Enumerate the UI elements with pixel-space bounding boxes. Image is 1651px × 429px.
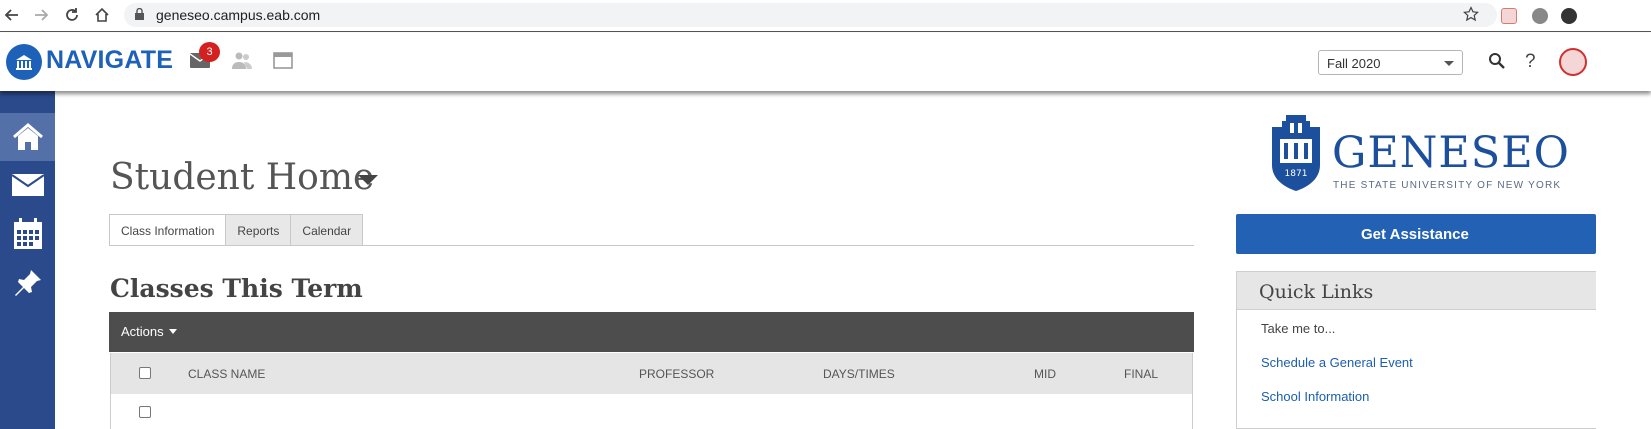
- extension-icon[interactable]: [1561, 8, 1577, 24]
- actions-bar: Actions: [109, 312, 1194, 352]
- people-icon[interactable]: [232, 51, 252, 74]
- chevron-down-icon: [1444, 61, 1454, 66]
- home-browser-icon[interactable]: [92, 5, 112, 25]
- column-class-name[interactable]: CLASS NAME: [188, 367, 265, 381]
- row-checkbox[interactable]: [139, 406, 151, 418]
- actions-button[interactable]: Actions: [121, 324, 177, 339]
- help-icon[interactable]: ?: [1525, 51, 1536, 73]
- quick-links-panel: Quick Links Take me to... Schedule a Gen…: [1236, 271, 1596, 429]
- sidebar-item-home[interactable]: [0, 113, 55, 161]
- sidebar-item-messages[interactable]: [0, 161, 55, 209]
- caret-down-icon: [168, 329, 177, 334]
- actions-label: Actions: [121, 324, 164, 339]
- svg-text:1871: 1871: [1285, 169, 1308, 179]
- get-assistance-button[interactable]: Get Assistance: [1236, 214, 1596, 254]
- term-select[interactable]: Fall 2020: [1318, 50, 1463, 75]
- link-schedule-general-event[interactable]: Schedule a General Event: [1261, 355, 1413, 370]
- home-icon: [12, 123, 43, 150]
- column-professor[interactable]: PROFESSOR: [639, 367, 714, 381]
- extension-circle-icon[interactable]: [1532, 8, 1548, 24]
- window-icon[interactable]: [273, 52, 293, 74]
- tab-class-information[interactable]: Class Information: [109, 214, 227, 246]
- sidebar-item-pin[interactable]: [0, 259, 55, 307]
- address-bar[interactable]: [124, 3, 1497, 27]
- quick-links-title: Quick Links: [1259, 281, 1374, 303]
- page-title: Student Home: [110, 157, 375, 198]
- extension-pdf-icon[interactable]: [1501, 8, 1517, 24]
- column-mid[interactable]: MID: [1034, 367, 1056, 381]
- table-header: CLASS NAME PROFESSOR DAYS/TIMES MID FINA…: [110, 353, 1193, 394]
- column-final[interactable]: FINAL: [1124, 367, 1158, 381]
- tab-bar: Class Information Reports Calendar: [109, 214, 364, 246]
- navigate-logo-icon[interactable]: [6, 44, 42, 80]
- mail-badge: 3: [199, 42, 220, 62]
- app-header: NAVIGATE 3 Fall 2020 ?: [0, 33, 1651, 91]
- sidebar: [0, 91, 55, 429]
- forward-arrow-icon[interactable]: [31, 5, 51, 25]
- sidebar-item-calendar[interactable]: [0, 210, 55, 258]
- lock-icon: [134, 7, 145, 26]
- url-text: geneseo.campus.eab.com: [156, 7, 321, 23]
- term-select-value: Fall 2020: [1327, 56, 1381, 71]
- calendar-icon: [13, 218, 42, 249]
- search-icon[interactable]: [1488, 52, 1506, 75]
- bookmark-star-icon[interactable]: [1463, 6, 1479, 27]
- school-name: GENESEO: [1332, 128, 1570, 178]
- pin-icon: [14, 270, 41, 296]
- mail-icon: [11, 174, 44, 196]
- browser-toolbar: geneseo.campus.eab.com: [0, 0, 1651, 32]
- get-assistance-label: Get Assistance: [1361, 226, 1469, 243]
- link-school-information[interactable]: School Information: [1261, 389, 1369, 404]
- page-menu-caret-icon[interactable]: [358, 175, 378, 185]
- tab-divider: [109, 245, 1194, 246]
- select-all-checkbox[interactable]: [139, 367, 151, 379]
- tab-calendar[interactable]: Calendar: [291, 214, 364, 246]
- take-me-to-label: Take me to...: [1261, 321, 1336, 336]
- back-arrow-icon[interactable]: [2, 5, 22, 25]
- reload-icon[interactable]: [62, 5, 82, 25]
- geneseo-seal-icon: 1871: [1268, 113, 1324, 196]
- school-subtitle: THE STATE UNIVERSITY OF NEW YORK: [1333, 180, 1562, 191]
- quick-links-header: Quick Links: [1237, 272, 1596, 310]
- avatar[interactable]: [1559, 48, 1587, 76]
- tab-reports[interactable]: Reports: [226, 214, 292, 246]
- brand-name[interactable]: NAVIGATE: [46, 46, 173, 75]
- column-days-times[interactable]: DAYS/TIMES: [823, 367, 895, 381]
- section-title: Classes This Term: [110, 274, 363, 303]
- table-row[interactable]: [110, 394, 1193, 429]
